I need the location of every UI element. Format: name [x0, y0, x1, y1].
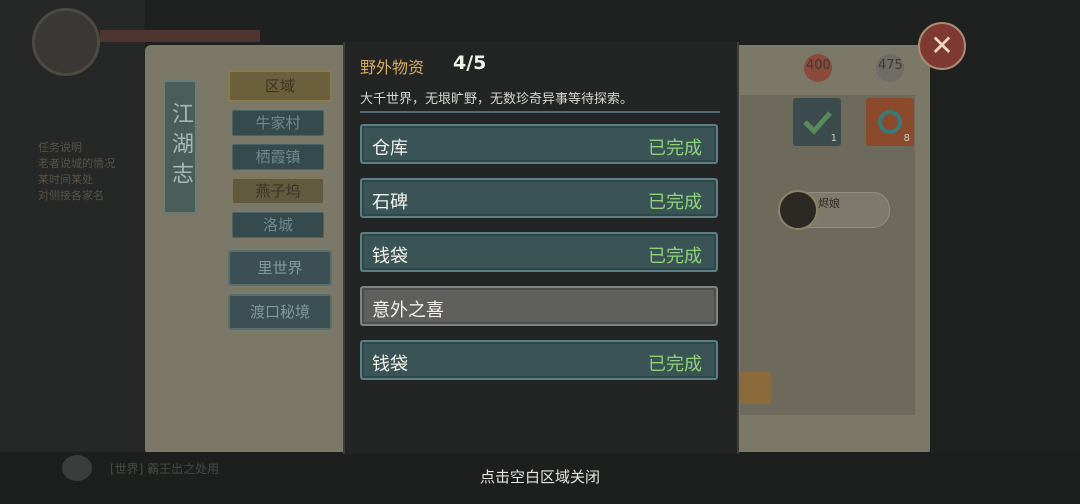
supply-item-purse[interactable]: 钱袋 已完成	[360, 232, 718, 272]
journal-title: 江湖志	[163, 80, 197, 214]
location-niujiacun[interactable]: 牛家村	[232, 110, 324, 136]
dialog-description: 大千世界，无垠旷野，无数珍奇异事等待探索。	[360, 92, 634, 107]
check-icon[interactable]: 1	[793, 98, 841, 146]
item-status: 已完成	[648, 246, 702, 267]
item-status: 已完成	[648, 138, 702, 159]
progress-value: 475	[878, 58, 903, 73]
tile-count: 8	[903, 133, 910, 144]
npc-name: 烬娘	[818, 197, 840, 210]
item-tile[interactable]: 8	[866, 98, 914, 146]
tab-ferry-secret-realm[interactable]: 渡口秘境	[228, 294, 332, 330]
tab-region[interactable]: 区域	[228, 70, 332, 102]
item-name: 意外之喜	[372, 300, 444, 321]
item-name: 仓库	[372, 138, 408, 159]
dialog-progress: 4/5	[453, 52, 487, 74]
quest-note: 某时间某处	[38, 173, 93, 186]
item-name: 石碑	[372, 192, 408, 213]
tile-count: 1	[830, 133, 837, 144]
close-icon[interactable]: ✕	[918, 22, 966, 70]
seal-badge	[735, 372, 771, 404]
progress-value: 400	[806, 58, 831, 73]
supply-item-stele[interactable]: 石碑 已完成	[360, 178, 718, 218]
quest-note: 对侧接各家名	[38, 189, 104, 202]
supply-item-surprise[interactable]: 意外之喜	[360, 286, 718, 326]
player-exp-bar	[100, 30, 260, 42]
supply-item-warehouse[interactable]: 仓库 已完成	[360, 124, 718, 164]
item-status: 已完成	[648, 192, 702, 213]
quest-note: 老者说城的情况	[38, 157, 115, 170]
supply-item-purse-2[interactable]: 钱袋 已完成	[360, 340, 718, 380]
item-status: 已完成	[648, 354, 702, 375]
player-avatar[interactable]	[32, 8, 100, 76]
quest-note: 任务说明	[38, 141, 82, 154]
quest-notes: 任务说明 老者说城的情况 某时间某处 对侧接各家名	[38, 140, 143, 204]
dialog-title: 野外物资	[360, 58, 425, 77]
item-name: 钱袋	[372, 354, 408, 375]
tab-inner-world[interactable]: 里世界	[228, 250, 332, 286]
divider	[360, 111, 720, 113]
location-luocheng[interactable]: 洛城	[232, 212, 324, 238]
item-name: 钱袋	[372, 246, 408, 267]
location-qixiazhen[interactable]: 栖霞镇	[232, 144, 324, 170]
left-hud-strip	[0, 0, 145, 504]
location-yanziwu[interactable]: 燕子坞	[232, 178, 324, 204]
npc-avatar	[778, 190, 818, 230]
tap-to-close-hint: 点击空白区域关闭	[479, 468, 600, 486]
